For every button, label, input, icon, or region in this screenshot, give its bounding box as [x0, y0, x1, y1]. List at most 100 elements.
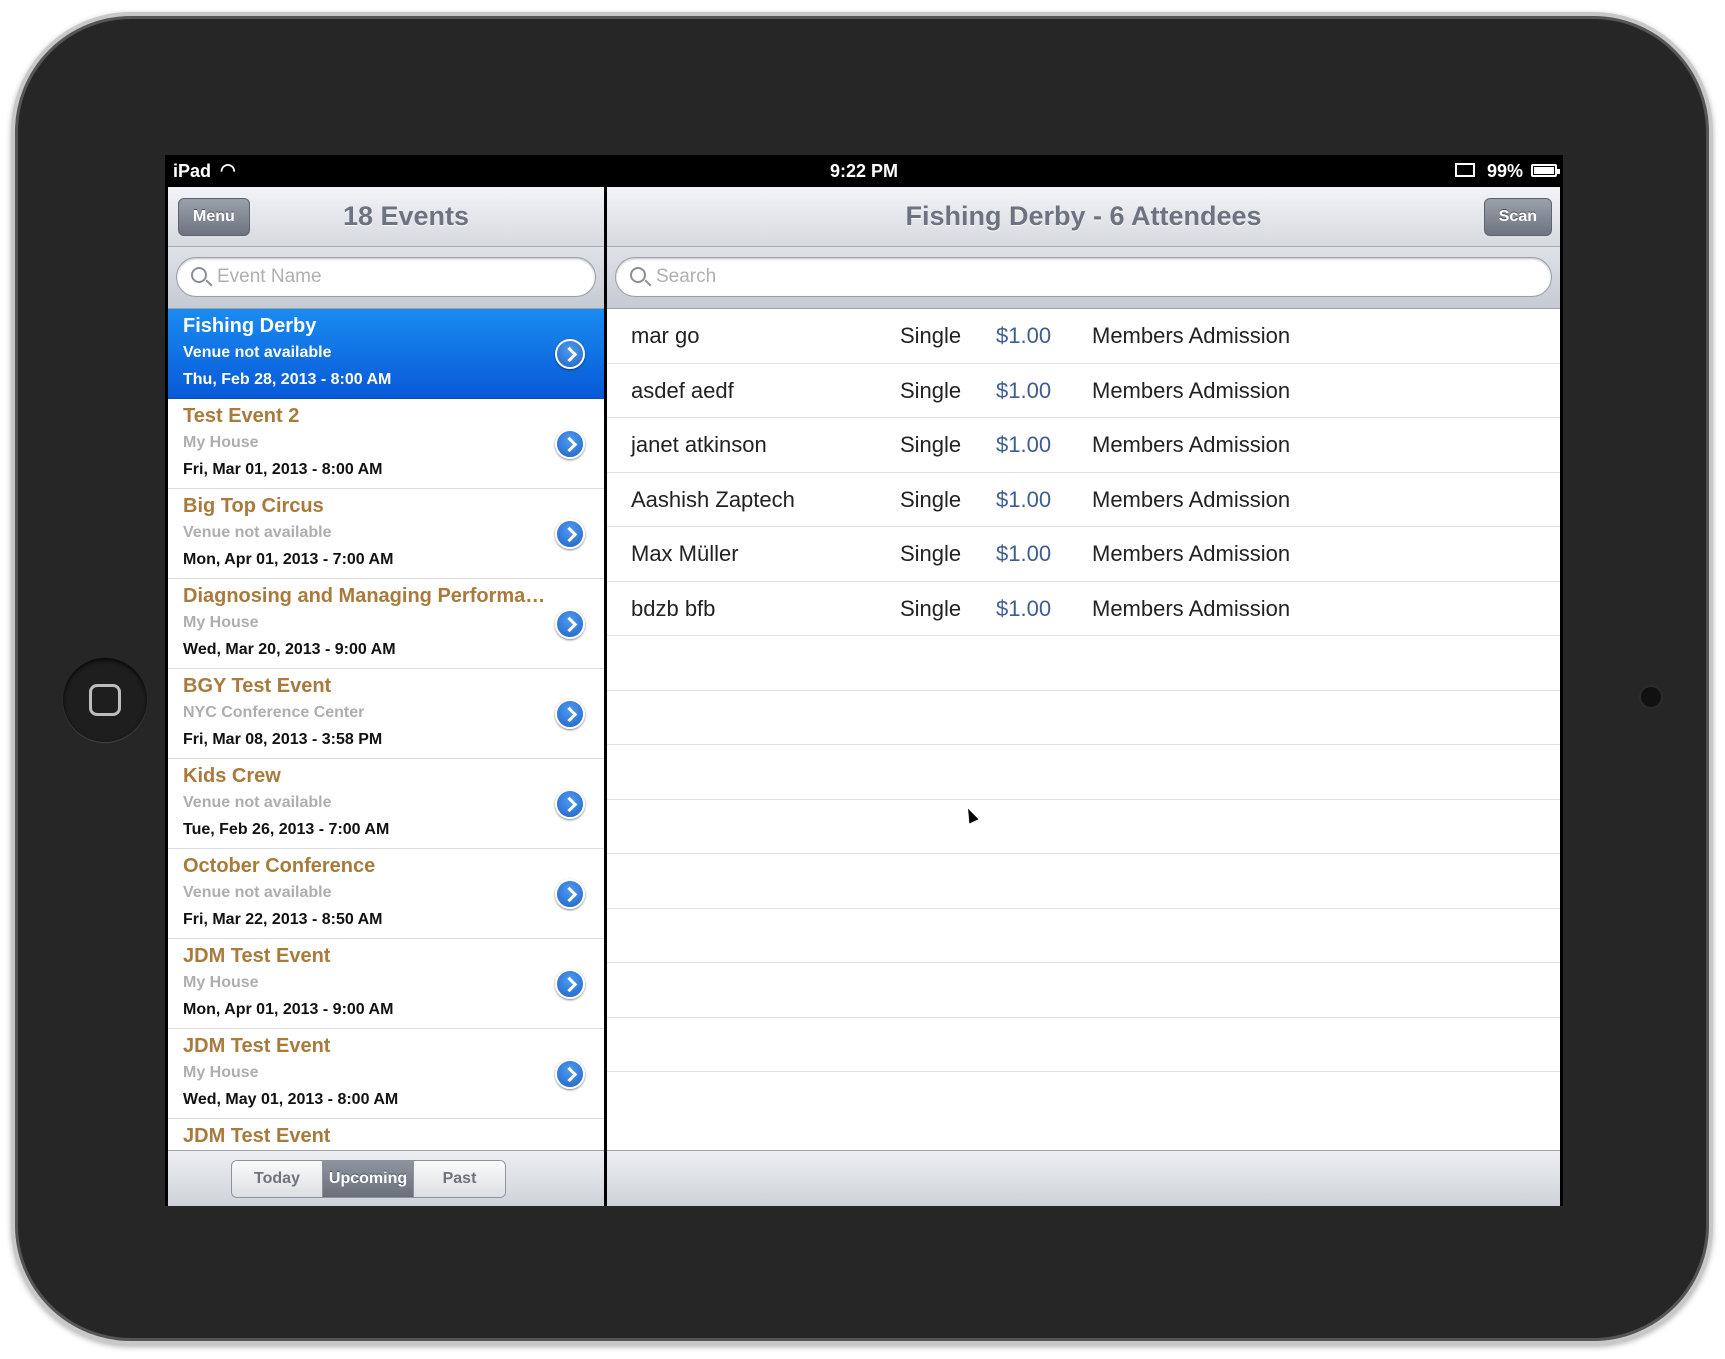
disclosure-chevron-icon[interactable]	[555, 519, 585, 549]
status-time: 9:22 PM	[829, 161, 899, 181]
date-filter-segmented: Today Upcoming Past	[231, 1160, 506, 1198]
attendee-row[interactable]: janet atkinson Single $1.00 Members Admissi…	[607, 418, 1560, 473]
attendee-price: $1.00	[996, 432, 1052, 457]
attendees-bottom-bar	[607, 1150, 1560, 1206]
scan-button[interactable]: Scan	[1483, 198, 1552, 236]
segment-past[interactable]: Past	[414, 1161, 505, 1197]
disclosure-chevron-icon[interactable]	[555, 609, 585, 639]
attendee-price: $1.00	[996, 377, 1052, 403]
attendee-row[interactable]: asdef aedf Single $1.00 Members Admission	[607, 364, 1560, 418]
event-row[interactable]: October Conference Venue not available Fri…	[168, 849, 604, 939]
attendee-name: janet atkinson	[631, 432, 767, 457]
event-row[interactable]: Test Event 2 My House Fri, Mar 01, 2013 - …	[168, 399, 604, 489]
attendee-name: bdzb bfb	[631, 595, 716, 621]
event-date: Fri, Mar 08, 2013 - 3:58 PM	[183, 731, 383, 748]
event-name: Fishing Derby	[183, 315, 317, 337]
attendee-price: $1.00	[996, 595, 1052, 621]
attendee-type: Single	[900, 377, 962, 403]
event-name: Big Top Circus	[183, 495, 324, 517]
camera-icon	[1641, 687, 1661, 707]
event-row[interactable]: JDM Test Event	[168, 1119, 604, 1150]
disclosure-chevron-icon[interactable]	[555, 879, 585, 909]
airplay-icon	[1455, 163, 1475, 177]
attendees-title: Fishing Derby - 6 Attendees	[905, 201, 1262, 231]
attendee-type: Single	[900, 323, 962, 348]
home-button[interactable]	[63, 658, 147, 742]
empty-row	[607, 909, 1560, 963]
event-name: JDM Test Event	[183, 1035, 331, 1057]
event-name: JDM Test Event	[183, 1125, 331, 1147]
attendee-name: Max Müller	[631, 541, 739, 566]
event-search-bar	[168, 247, 604, 309]
event-venue: Venue not available	[183, 344, 332, 361]
attendee-ticket: Members Admission	[1092, 377, 1291, 403]
attendee-price: $1.00	[996, 541, 1052, 566]
home-square-icon	[89, 684, 121, 716]
event-row[interactable]: JDM Test Event My House Wed, May 01, 2013 …	[168, 1029, 604, 1119]
event-name: Diagnosing and Managing Performa…	[183, 585, 546, 607]
attendee-row[interactable]: Aashish Zaptech Single $1.00 Members Admiss…	[607, 473, 1560, 527]
attendee-type: Single	[900, 595, 962, 621]
event-date: Tue, Feb 26, 2013 - 7:00 AM	[183, 821, 390, 838]
events-bottom-bar: Today Upcoming Past	[168, 1150, 604, 1206]
attendee-search-bar	[607, 247, 1560, 309]
attendee-search-field[interactable]	[615, 257, 1552, 297]
attendee-name: Aashish Zaptech	[631, 486, 795, 512]
battery-percent: 99%	[1487, 161, 1524, 181]
attendee-ticket: Members Admission	[1092, 432, 1291, 457]
attendee-price: $1.00	[996, 486, 1052, 512]
event-name: BGY Test Event	[183, 675, 332, 697]
event-date: Fri, Mar 01, 2013 - 8:00 AM	[183, 461, 383, 478]
event-search-field[interactable]	[176, 257, 596, 297]
event-name: JDM Test Event	[183, 945, 331, 967]
event-venue: My House	[183, 434, 259, 451]
event-date: Fri, Mar 22, 2013 - 8:50 AM	[183, 911, 383, 928]
event-row[interactable]: Diagnosing and Managing Performa… My Hous…	[168, 579, 604, 669]
event-venue: Venue not available	[183, 524, 332, 541]
disclosure-chevron-icon[interactable]	[555, 969, 585, 999]
attendee-ticket: Members Admission	[1092, 323, 1291, 348]
event-date: Mon, Apr 01, 2013 - 7:00 AM	[183, 551, 394, 568]
event-row[interactable]: BGY Test Event NYC Conference Center Fri, …	[168, 669, 604, 759]
attendee-ticket: Members Admission	[1092, 595, 1291, 621]
disclosure-chevron-icon[interactable]	[555, 339, 585, 369]
event-date: Wed, Mar 20, 2013 - 9:00 AM	[183, 641, 396, 658]
empty-row	[607, 800, 1560, 854]
event-venue: My House	[183, 614, 259, 631]
disclosure-chevron-icon[interactable]	[555, 699, 585, 729]
event-date: Thu, Feb 28, 2013 - 8:00 AM	[183, 371, 392, 388]
event-row[interactable]: JDM Test Event My House Mon, Apr 01, 2013 …	[168, 939, 604, 1029]
attendee-ticket: Members Admission	[1092, 486, 1291, 512]
event-row[interactable]: Fishing Derby Venue not available Thu, Feb…	[168, 309, 604, 399]
segment-upcoming[interactable]: Upcoming	[323, 1161, 414, 1197]
disclosure-chevron-icon[interactable]	[555, 789, 585, 819]
attendee-name: mar go	[631, 323, 700, 348]
event-date: Mon, Apr 01, 2013 - 9:00 AM	[183, 1001, 394, 1018]
events-pane: Menu 18 Events Fishing Derby Venue not av…	[168, 187, 604, 1206]
event-date: Wed, May 01, 2013 - 8:00 AM	[183, 1091, 399, 1108]
empty-row	[607, 691, 1560, 745]
screen: iPad ◠ 9:22 PM 99% Menu 18 Events Fishin…	[165, 155, 1563, 1206]
disclosure-chevron-icon[interactable]	[555, 429, 585, 459]
attendee-search-input[interactable]	[656, 264, 1451, 290]
event-row[interactable]: Kids Crew Venue not available Tue, Feb 26,…	[168, 759, 604, 849]
event-search-input[interactable]	[217, 264, 573, 290]
event-name: Kids Crew	[183, 765, 281, 787]
status-bar: iPad ◠ 9:22 PM 99%	[165, 155, 1563, 187]
attendee-row[interactable]: mar go Single $1.00 Members Admission	[607, 309, 1560, 364]
attendee-type: Single	[900, 432, 962, 457]
event-name: Test Event 2	[183, 405, 300, 427]
disclosure-chevron-icon[interactable]	[555, 1059, 585, 1089]
search-icon	[630, 267, 646, 283]
attendee-row[interactable]: bdzb bfb Single $1.00 Members Admission	[607, 582, 1560, 636]
empty-row	[607, 745, 1560, 800]
event-venue: My House	[183, 1064, 259, 1081]
attendee-type: Single	[900, 486, 962, 512]
event-row[interactable]: Big Top Circus Venue not available Mon, Ap…	[168, 489, 604, 579]
empty-row	[607, 854, 1560, 909]
event-venue: My House	[183, 974, 259, 991]
attendee-row[interactable]: Max Müller Single $1.00 Members Admission	[607, 527, 1560, 582]
battery-icon	[1531, 164, 1560, 177]
segment-today[interactable]: Today	[232, 1161, 323, 1197]
events-navbar: Menu 18 Events	[168, 187, 604, 247]
